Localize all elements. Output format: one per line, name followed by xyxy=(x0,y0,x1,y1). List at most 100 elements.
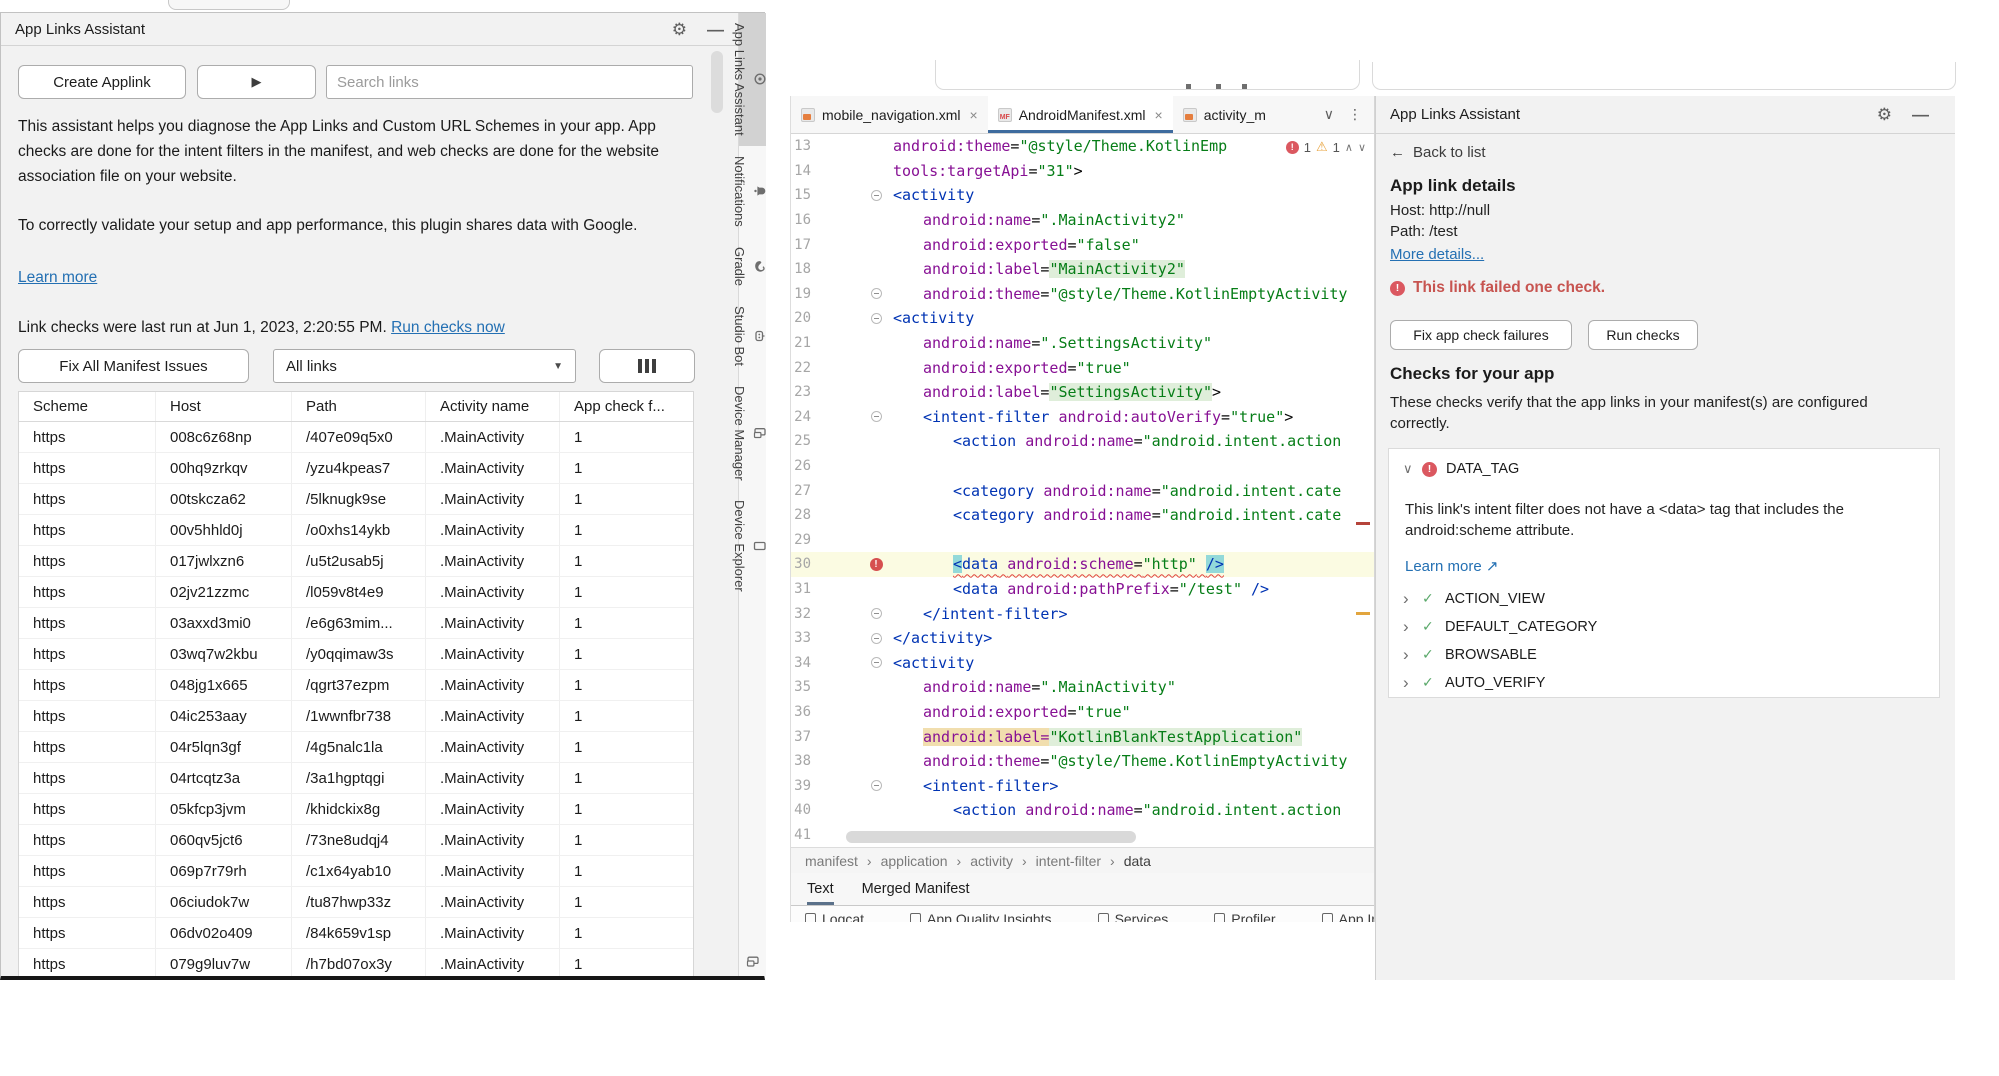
code-line[interactable]: 23android:label="SettingsActivity"> xyxy=(791,380,1374,405)
table-row[interactable]: https03axxd3mi0/e6g63mim....MainActivity… xyxy=(19,608,693,639)
gear-icon[interactable]: ⚙ xyxy=(1877,106,1892,123)
table-row[interactable]: https048jg1x665/qgrt37ezpm.MainActivity1 xyxy=(19,670,693,701)
code-line[interactable]: 24<intent-filter android:autoVerify="tru… xyxy=(791,405,1374,430)
breadcrumb-item[interactable]: data xyxy=(1124,853,1151,869)
run-checks-now-link[interactable]: Run checks now xyxy=(391,319,505,336)
tab-text[interactable]: Text xyxy=(807,881,834,905)
code-line[interactable]: 29 xyxy=(791,528,1374,553)
fold-icon[interactable] xyxy=(871,288,882,299)
error-stripe-mark[interactable] xyxy=(1356,522,1370,525)
fold-icon[interactable] xyxy=(871,190,882,201)
prev-issue-icon[interactable]: ∧ xyxy=(1345,141,1353,154)
code-line[interactable]: 20<activity xyxy=(791,306,1374,331)
code-line[interactable]: 27<category android:name="android.intent… xyxy=(791,478,1374,503)
inspection-widget[interactable]: ! 1 ⚠ 1 ∧ ∨ xyxy=(1282,139,1366,155)
learn-more-link[interactable]: Learn more xyxy=(18,269,97,287)
fold-icon[interactable] xyxy=(871,657,882,668)
code-line[interactable]: 30!<data android:scheme="http" /> xyxy=(791,552,1374,577)
code-line[interactable]: 21android:name=".SettingsActivity" xyxy=(791,331,1374,356)
passed-check-row[interactable]: ›✓AUTO_VERIFY xyxy=(1403,674,1925,691)
table-row[interactable]: https03wq7w2kbu/y0qqimaw3s.MainActivity1 xyxy=(19,639,693,670)
sidebar-tab-device-manager[interactable]: Device Manager xyxy=(739,376,766,491)
back-to-list-button[interactable]: ← Back to list xyxy=(1390,144,1486,161)
code-line[interactable]: 26 xyxy=(791,454,1374,479)
tab-activity-m[interactable]: activity_m xyxy=(1173,96,1276,133)
chevron-right-icon[interactable]: › xyxy=(1403,594,1413,604)
table-row[interactable]: https06ciudok7w/tu87hwp33z.MainActivity1 xyxy=(19,887,693,918)
table-row[interactable]: https04ic253aay/1wwnfbr738.MainActivity1 xyxy=(19,701,693,732)
data-tag-check-row[interactable]: ∨ ! DATA_TAG xyxy=(1403,461,1925,477)
table-row[interactable]: https00hq9zrkqv/yzu4kpeas7.MainActivity1 xyxy=(19,453,693,484)
minimize-icon[interactable]: — xyxy=(707,21,724,38)
gear-icon[interactable]: ⚙ xyxy=(672,21,687,38)
fold-icon[interactable] xyxy=(871,780,882,791)
chevron-right-icon[interactable]: › xyxy=(1403,678,1413,688)
breadcrumb-item[interactable]: manifest xyxy=(805,853,858,869)
gutter-error-icon[interactable]: ! xyxy=(870,558,883,571)
code-line[interactable]: 32</intent-filter> xyxy=(791,601,1374,626)
table-row[interactable]: https04rtcqtz3a/3a1hgptqgi.MainActivity1 xyxy=(19,763,693,794)
fix-all-manifest-issues-button[interactable]: Fix All Manifest Issues xyxy=(18,349,249,383)
fold-icon[interactable] xyxy=(871,633,882,644)
code-line[interactable]: 40<action android:name="android.intent.a… xyxy=(791,798,1374,823)
fold-icon[interactable] xyxy=(871,608,882,619)
table-row[interactable]: https06dv02o409/84k659v1sp.MainActivity1 xyxy=(19,918,693,949)
code-line[interactable]: 37android:label="KotlinBlankTestApplicat… xyxy=(791,724,1374,749)
code-line[interactable]: 14tools:targetApi="31"> xyxy=(791,159,1374,184)
passed-check-row[interactable]: ›✓BROWSABLE xyxy=(1403,646,1925,663)
code-line[interactable]: 39<intent-filter> xyxy=(791,773,1374,798)
column-header[interactable]: App check f... xyxy=(559,392,693,421)
minimize-icon[interactable]: — xyxy=(1912,106,1929,123)
table-row[interactable]: https017jwlxzn6/u5t2usab5j.MainActivity1 xyxy=(19,546,693,577)
code-line[interactable]: 19android:theme="@style/Theme.KotlinEmpt… xyxy=(791,282,1374,307)
passed-check-row[interactable]: ›✓DEFAULT_CATEGORY xyxy=(1403,618,1925,635)
table-row[interactable]: https079g9luv7w/h7bd07ox3y.MainActivity1 xyxy=(19,949,693,976)
code-line[interactable]: 35android:name=".MainActivity" xyxy=(791,675,1374,700)
breadcrumb-item[interactable]: intent-filter xyxy=(1036,853,1101,869)
running-devices-icon[interactable] xyxy=(746,955,759,968)
code-line[interactable]: 16android:name=".MainActivity2" xyxy=(791,208,1374,233)
bottom-tool-button[interactable]: Logcat xyxy=(805,911,864,922)
more-details-link[interactable]: More details... xyxy=(1390,246,1484,263)
create-applink-button[interactable]: Create Applink xyxy=(18,65,186,99)
passed-check-row[interactable]: ›✓ACTION_VIEW xyxy=(1403,590,1925,607)
breadcrumb-item[interactable]: application xyxy=(881,853,948,869)
chevron-right-icon[interactable]: › xyxy=(1403,622,1413,632)
scrollbar-thumb[interactable] xyxy=(711,51,723,113)
code-line[interactable]: 36android:exported="true" xyxy=(791,700,1374,725)
learn-more-link[interactable]: Learn more ↗ xyxy=(1405,557,1498,575)
code-line[interactable]: 18android:label="MainActivity2" xyxy=(791,257,1374,282)
tab-mobile-navigation-xml[interactable]: mobile_navigation.xml × xyxy=(791,96,988,133)
sidebar-tab-notifications[interactable]: Notifications xyxy=(739,146,766,237)
table-row[interactable]: https02jv21zzmc/l059v8t4e9.MainActivity1 xyxy=(19,577,693,608)
code-line[interactable]: 38android:theme="@style/Theme.KotlinEmpt… xyxy=(791,749,1374,774)
code-line[interactable]: 15<activity xyxy=(791,183,1374,208)
sidebar-tab-studio-bot[interactable]: Studio Bot xyxy=(739,296,766,376)
warning-stripe-mark[interactable] xyxy=(1356,612,1370,615)
next-issue-icon[interactable]: ∨ xyxy=(1358,141,1366,154)
search-input[interactable] xyxy=(326,65,693,99)
bottom-tool-button[interactable]: Services xyxy=(1098,911,1169,922)
fold-icon[interactable] xyxy=(871,313,882,324)
fold-icon[interactable] xyxy=(871,411,882,422)
code-line[interactable]: 28<category android:name="android.intent… xyxy=(791,503,1374,528)
table-row[interactable]: https04r5lqn3gf/4g5nalc1la.MainActivity1 xyxy=(19,732,693,763)
breadcrumb-item[interactable]: activity xyxy=(970,853,1013,869)
table-row[interactable]: https060qv5jct6/73ne8udqj4.MainActivity1 xyxy=(19,825,693,856)
close-icon[interactable]: × xyxy=(970,107,978,123)
bottom-tool-button[interactable]: Profiler xyxy=(1214,911,1275,922)
sidebar-tab-gradle[interactable]: Gradle xyxy=(739,237,766,296)
column-header[interactable]: Host xyxy=(155,392,291,421)
run-checks-button[interactable]: Run checks xyxy=(1588,320,1698,350)
code-line[interactable]: 31<data android:pathPrefix="/test" /> xyxy=(791,577,1374,602)
close-icon[interactable]: × xyxy=(1155,107,1163,123)
code-line[interactable]: 22android:exported="true" xyxy=(791,355,1374,380)
column-header[interactable]: Activity name xyxy=(425,392,559,421)
sidebar-tab-app-links-assistant[interactable]: App Links Assistant xyxy=(739,13,766,146)
code-line[interactable]: 25<action android:name="android.intent.a… xyxy=(791,429,1374,454)
table-row[interactable]: https008c6z68np/407e09q5x0.MainActivity1 xyxy=(19,422,693,453)
table-row[interactable]: https05kfcp3jvm/khidckix8g.MainActivity1 xyxy=(19,794,693,825)
chevron-right-icon[interactable]: › xyxy=(1403,650,1413,660)
links-filter-dropdown[interactable]: All links ▼ xyxy=(273,349,576,383)
sidebar-tab-device-explorer[interactable]: Device Explorer xyxy=(739,490,766,602)
